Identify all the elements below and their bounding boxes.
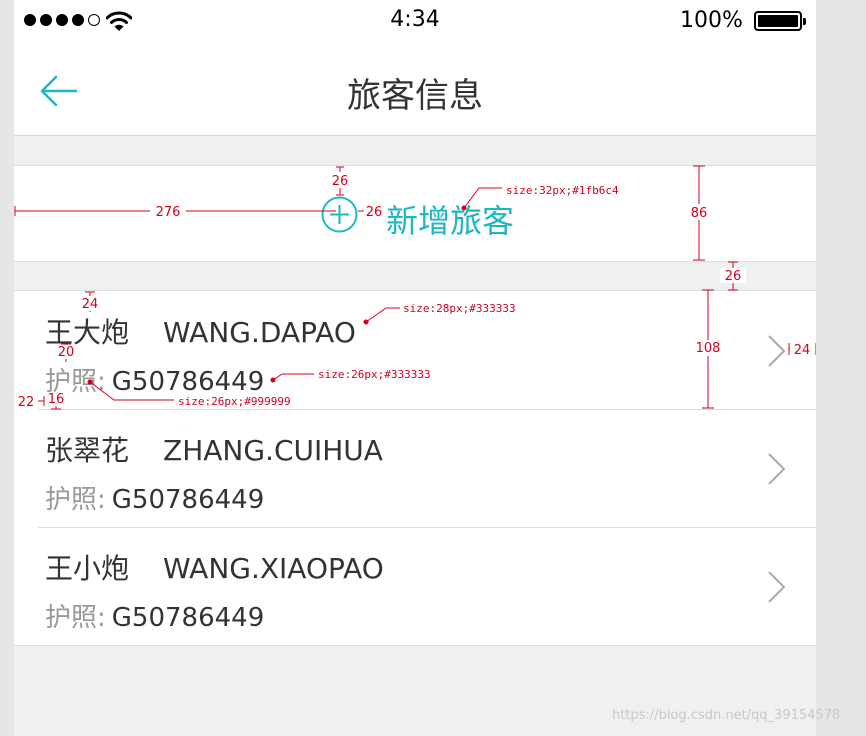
phone-screen: 4:34 100% 旅客信息 新增旅客 王大炮 WANG.DAPAO 护照: G50… — [14, 0, 816, 736]
chevron-right-icon — [768, 453, 786, 485]
passport-label: 护照: — [45, 367, 106, 397]
add-passenger-button[interactable]: 新增旅客 — [14, 165, 816, 262]
status-bar: 4:34 100% — [14, 0, 816, 44]
passenger-name: 王小炮 WANG.XIAOPAO — [45, 547, 384, 587]
plus-circle-icon — [321, 196, 358, 233]
passenger-list: 王大炮 WANG.DAPAO 护照: G50786449 张翠花 ZHANG.CUIH… — [14, 290, 816, 646]
passport-info: 护照: G50786449 — [45, 479, 264, 516]
passport-label: 护照: — [45, 485, 106, 515]
passport-info: 护照: G50786449 — [45, 361, 264, 398]
watermark: https://blog.csdn.net/qq_39154578 — [612, 708, 841, 723]
passenger-name-cn: 王小炮 — [45, 552, 130, 585]
passenger-name-cn: 张翠花 — [45, 434, 130, 467]
annotation-section-gap: 26 — [725, 269, 742, 284]
passenger-name-pinyin: WANG.XIAOPAO — [163, 552, 384, 585]
passport-number: G50786449 — [111, 367, 265, 397]
passenger-row[interactable]: 王大炮 WANG.DAPAO 护照: G50786449 — [14, 291, 816, 409]
passenger-name-pinyin: ZHANG.CUIHUA — [163, 434, 383, 467]
add-passenger-label: 新增旅客 — [386, 202, 515, 240]
navigation-bar: 旅客信息 — [14, 44, 816, 136]
passport-number: G50786449 — [111, 603, 265, 633]
chevron-right-icon — [768, 335, 786, 367]
page-title: 旅客信息 — [347, 76, 483, 116]
passenger-name: 张翠花 ZHANG.CUIHUA — [45, 429, 383, 469]
passport-label: 护照: — [45, 603, 106, 633]
passenger-row[interactable]: 王小炮 WANG.XIAOPAO 护照: G50786449 — [14, 527, 816, 645]
chevron-right-icon — [768, 571, 786, 603]
passport-number: G50786449 — [111, 485, 265, 515]
passenger-name-pinyin: WANG.DAPAO — [163, 316, 356, 349]
passport-info: 护照: G50786449 — [45, 597, 264, 634]
battery-percentage: 100% — [680, 8, 743, 33]
battery-icon — [754, 11, 806, 31]
passenger-row[interactable]: 张翠花 ZHANG.CUIHUA 护照: G50786449 — [14, 409, 816, 527]
passenger-name-cn: 王大炮 — [45, 316, 130, 349]
passenger-name: 王大炮 WANG.DAPAO — [45, 311, 356, 351]
